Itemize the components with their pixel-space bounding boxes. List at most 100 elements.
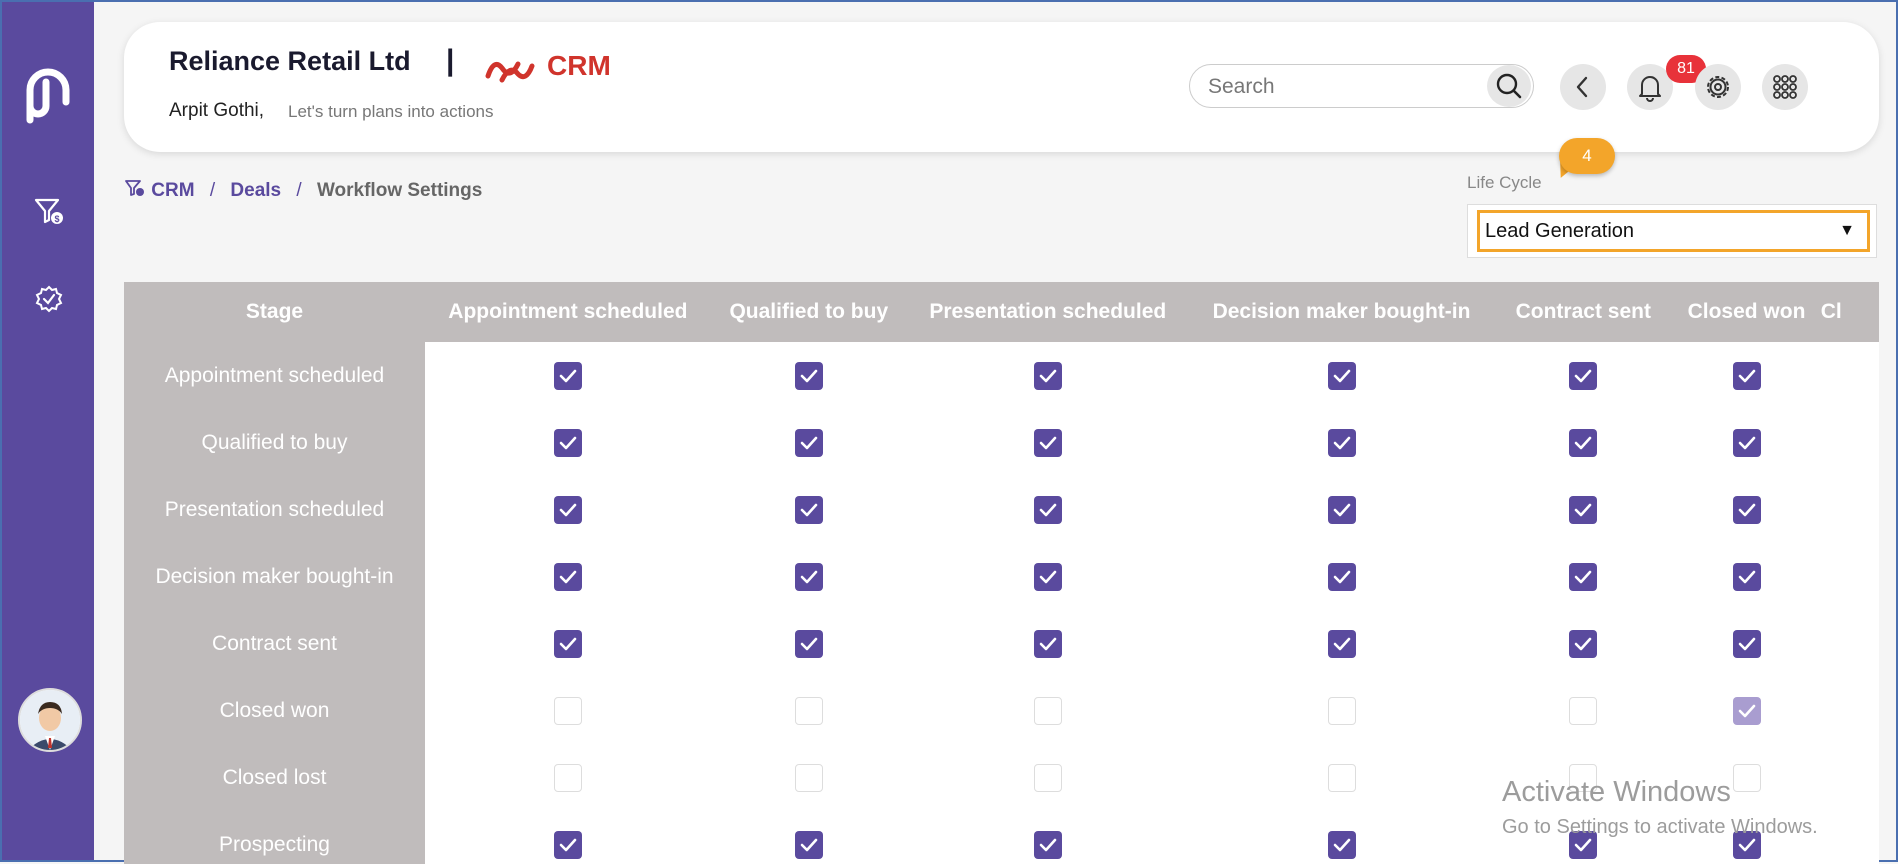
- sidebar: $: [2, 2, 94, 860]
- stage-transition-checkbox[interactable]: [794, 428, 823, 457]
- stage-transition-checkbox[interactable]: [1732, 763, 1761, 792]
- stage-transition-checkbox[interactable]: [1569, 495, 1598, 524]
- table-cell: [1188, 610, 1495, 677]
- breadcrumb-crm[interactable]: CRM: [151, 180, 194, 201]
- stage-transition-checkbox[interactable]: [794, 562, 823, 591]
- stage-transition-checkbox[interactable]: [1569, 562, 1598, 591]
- stage-transition-checkbox[interactable]: [1327, 763, 1356, 792]
- life-cycle-label: Life Cycle: [1467, 173, 1542, 192]
- stage-transition-checkbox[interactable]: [794, 830, 823, 859]
- table-cell: [1494, 610, 1673, 677]
- table-cell: [425, 744, 711, 811]
- filter-icon[interactable]: $: [32, 194, 66, 228]
- column-header: Closed won: [1672, 282, 1821, 342]
- stage-transition-checkbox[interactable]: [794, 361, 823, 390]
- checkmark-icon: [559, 570, 577, 583]
- stage-transition-checkbox[interactable]: [1327, 495, 1356, 524]
- stage-transition-checkbox[interactable]: [553, 495, 582, 524]
- breadcrumb: CRM / Deals / Workflow Settings: [124, 178, 482, 202]
- stage-transition-checkbox[interactable]: [553, 361, 582, 390]
- tagline: Let's turn plans into actions: [288, 102, 494, 121]
- task-check-icon[interactable]: [32, 282, 66, 316]
- stage-transition-checkbox[interactable]: [1033, 495, 1062, 524]
- chevron-left-icon: [1576, 76, 1588, 98]
- header-separator: |: [446, 44, 455, 77]
- stage-transition-checkbox[interactable]: [1327, 361, 1356, 390]
- table-cell: [710, 409, 907, 476]
- stage-transition-checkbox[interactable]: [1569, 629, 1598, 658]
- stage-transition-checkbox[interactable]: [794, 696, 823, 725]
- apps-grid-icon: [1773, 75, 1797, 99]
- stage-transition-checkbox[interactable]: [1033, 763, 1062, 792]
- checkmark-icon: [1738, 704, 1755, 717]
- table-cell: [906, 610, 1189, 677]
- stage-transition-checkbox[interactable]: [553, 562, 582, 591]
- stage-transition-checkbox[interactable]: [1033, 696, 1062, 725]
- checkmark-icon: [1738, 436, 1755, 449]
- stage-transition-checkbox[interactable]: [1569, 428, 1598, 457]
- stage-transition-checkbox[interactable]: [1732, 562, 1761, 591]
- table-cell: [710, 543, 907, 610]
- table-cell: [425, 409, 711, 476]
- checkmark-icon: [800, 570, 818, 583]
- app-logo-icon[interactable]: [24, 62, 74, 126]
- stage-transition-checkbox[interactable]: [553, 763, 582, 792]
- checkmark-icon: [1574, 369, 1592, 382]
- stage-transition-checkbox[interactable]: [1033, 361, 1062, 390]
- stage-transition-checkbox[interactable]: [553, 428, 582, 457]
- stage-transition-checkbox[interactable]: [1033, 830, 1062, 859]
- stage-transition-checkbox[interactable]: [553, 696, 582, 725]
- stage-transition-checkbox[interactable]: [553, 629, 582, 658]
- stage-transition-checkbox[interactable]: [1327, 696, 1356, 725]
- dropdown-arrow-icon: ▼: [1839, 222, 1855, 239]
- user-avatar[interactable]: [18, 688, 82, 752]
- stage-transition-checkbox[interactable]: [1732, 428, 1761, 457]
- table-cell: [710, 610, 907, 677]
- checkmark-icon: [559, 503, 577, 516]
- apps-button[interactable]: [1762, 64, 1808, 110]
- stage-transition-checkbox[interactable]: [1732, 361, 1761, 390]
- checkmark-icon: [1039, 369, 1057, 382]
- stage-transition-checkbox[interactable]: [794, 495, 823, 524]
- stage-transition-checkbox[interactable]: [1327, 428, 1356, 457]
- stage-transition-checkbox[interactable]: [1732, 629, 1761, 658]
- checkmark-icon: [1738, 570, 1755, 583]
- avatar-image: [20, 690, 80, 750]
- table-cell: [1494, 543, 1673, 610]
- settings-button[interactable]: [1695, 64, 1741, 110]
- table-cell: [425, 342, 711, 409]
- search-button[interactable]: [1487, 65, 1531, 107]
- stage-transition-checkbox[interactable]: [1033, 629, 1062, 658]
- stage-transition-checkbox: [1732, 696, 1761, 725]
- stage-transition-checkbox[interactable]: [553, 830, 582, 859]
- company-name: Reliance Retail Ltd: [169, 46, 411, 76]
- windows-watermark-title: Activate Windows: [1502, 776, 1731, 808]
- column-header: Presentation scheduled: [906, 282, 1189, 342]
- breadcrumb-separator: /: [209, 180, 216, 201]
- row-stage-label: Appointment scheduled: [124, 342, 426, 409]
- stage-transition-checkbox[interactable]: [1327, 562, 1356, 591]
- breadcrumb-deals[interactable]: Deals: [230, 180, 281, 201]
- stage-transition-checkbox[interactable]: [794, 629, 823, 658]
- column-header: Decision maker bought-in: [1188, 282, 1495, 342]
- stage-transition-checkbox[interactable]: [1732, 495, 1761, 524]
- checkmark-icon: [1333, 436, 1350, 449]
- stage-transition-checkbox[interactable]: [1569, 696, 1598, 725]
- back-button[interactable]: [1560, 64, 1606, 110]
- filter-icon: [125, 180, 144, 196]
- stage-transition-checkbox[interactable]: [1033, 562, 1062, 591]
- breadcrumb-separator: /: [296, 180, 302, 201]
- checkmark-icon: [1333, 637, 1350, 650]
- stage-transition-checkbox[interactable]: [1327, 629, 1356, 658]
- life-cycle-select[interactable]: Lead Generation ▼: [1477, 210, 1870, 252]
- stage-transition-checkbox[interactable]: [1033, 428, 1062, 457]
- stage-transition-checkbox[interactable]: [1327, 830, 1356, 859]
- search-input[interactable]: [1206, 71, 1470, 103]
- table-cell: [906, 744, 1189, 811]
- checkmark-icon: [800, 637, 818, 650]
- table-cell: [1672, 476, 1821, 543]
- table-row: Presentation scheduled: [124, 476, 1879, 543]
- stage-transition-checkbox[interactable]: [1569, 361, 1598, 390]
- stage-transition-checkbox[interactable]: [794, 763, 823, 792]
- table-cell: [425, 811, 711, 864]
